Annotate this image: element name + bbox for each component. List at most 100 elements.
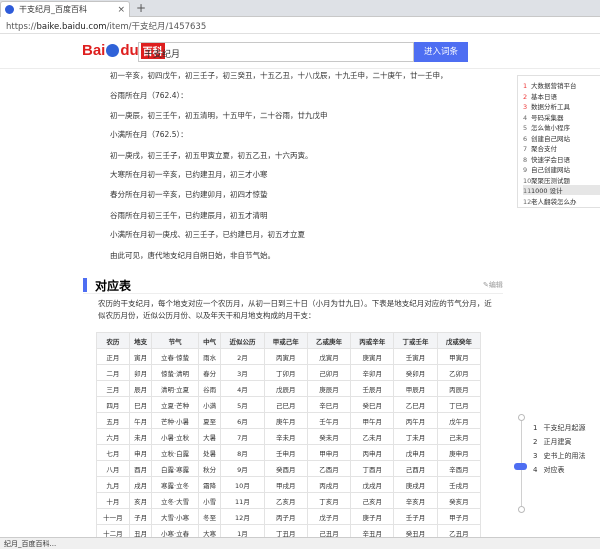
table-cell: 8月	[220, 444, 265, 461]
hot-rank: 5	[523, 124, 528, 132]
hot-rank: 12	[523, 197, 532, 206]
table-cell: 癸巳月	[350, 396, 395, 413]
table-row: 七月 申月 立秋·白露 处暑 8月 壬申月 甲申月 丙申月 戊申月 庚申月	[96, 444, 482, 461]
hot-list-item[interactable]: 6 创建自己网站	[523, 133, 570, 143]
table-cell: 己未月	[436, 428, 482, 445]
edit-button[interactable]: ✎编辑	[483, 280, 503, 290]
status-bar: 纪月_百度百科...	[0, 537, 600, 549]
toc-number: 3	[533, 452, 538, 460]
table-cell: 甲戌月	[263, 476, 308, 493]
table-cell: 未月	[128, 428, 153, 445]
hot-list-item[interactable]: 111000 设计	[523, 185, 600, 195]
table-cell: 卯月	[128, 364, 153, 381]
table-cell: 酉月	[128, 460, 153, 477]
hot-list-item[interactable]: 8 快速学会日语	[523, 154, 570, 164]
url-path: /item/干支纪月/1457635	[106, 22, 207, 32]
address-bar[interactable]: https://baike.baidu.com/item/干支纪月/145763…	[0, 17, 600, 34]
table-cell: 立夏·芒种	[151, 396, 199, 413]
table-cell: 大暑	[197, 428, 222, 445]
table-header: 农历	[96, 332, 130, 349]
article-line: 小满所在月初一庚戌、初三壬子，已约建巳月，初五才立夏	[110, 230, 305, 239]
browser-tab[interactable]: 干支纪月_百度百科 ×	[0, 1, 130, 17]
toc-item[interactable]: 1 干支纪月起源	[533, 423, 585, 433]
table-cell: 秋分	[197, 460, 222, 477]
table-cell: 乙卯月	[436, 364, 482, 381]
table-cell: 甲申月	[306, 444, 352, 461]
hot-list-item[interactable]: 7 聚合支付	[523, 143, 557, 153]
toc-number: 2	[533, 438, 538, 446]
table-cell: 4月	[220, 380, 265, 397]
table-header: 甲或己年	[263, 332, 308, 349]
table-cell: 辛酉月	[436, 460, 482, 477]
table-cell: 七月	[96, 444, 130, 461]
article-line: 春分所在月初一辛亥，已约建卯月，初四才惊蛰	[110, 190, 268, 199]
table-cell: 9月	[220, 460, 265, 477]
baidu-favicon-icon	[5, 5, 14, 14]
table-cell: 乙未月	[350, 428, 395, 445]
hot-list-item[interactable]: 4 号码采集器	[523, 112, 564, 122]
table-header: 丙或辛年	[350, 332, 395, 349]
table-cell: 丙申月	[350, 444, 395, 461]
article-line: 初一庚辰，初三壬午，初五清明，十五甲午，二十谷雨，廿九戊申	[110, 111, 328, 120]
enter-entry-button[interactable]: 进入词条	[414, 42, 468, 62]
table-cell: 巳月	[128, 396, 153, 413]
table-cell: 芒种·小暑	[151, 412, 199, 429]
table-cell: 午月	[128, 412, 153, 429]
table-header: 乙或庚年	[306, 332, 352, 349]
table-cell: 庚辰月	[306, 380, 352, 397]
month-table: 农历 地支 节气 中气 近似公历 甲或己年 乙或庚年 丙或辛年 丁或壬年 戊或癸…	[96, 332, 482, 541]
hot-label: 创建自己网站	[531, 134, 570, 143]
hot-label: 数据分析工具	[531, 103, 570, 111]
table-cell: 大雪·小寒	[151, 508, 199, 525]
table-cell: 十一月	[96, 508, 130, 525]
table-header: 戊或癸年	[436, 332, 482, 349]
toc-item[interactable]: 3 史书上的用法	[533, 451, 585, 461]
hot-label: 聚合支付	[531, 145, 557, 153]
hot-list-item[interactable]: 1 大数据营销平台	[523, 80, 577, 90]
table-cell: 2月	[220, 348, 265, 365]
table-cell: 二月	[96, 364, 130, 381]
table-cell: 小满	[197, 396, 222, 413]
table-cell: 癸亥月	[436, 492, 482, 509]
table-cell: 甲寅月	[436, 348, 482, 365]
close-icon[interactable]: ×	[117, 5, 125, 15]
hot-list-item[interactable]: 3 数据分析工具	[523, 101, 570, 111]
table-row: 六月 未月 小暑·立秋 大暑 7月 辛未月 癸未月 乙未月 丁未月 己未月	[96, 428, 482, 445]
hot-rank: 8	[523, 155, 528, 164]
table-cell: 处暑	[197, 444, 222, 461]
url-prefix: https://	[6, 22, 37, 32]
search-input[interactable]: 干支纪月	[138, 42, 414, 62]
table-cell: 正月	[96, 348, 130, 365]
hot-rank: 2	[523, 92, 528, 101]
article-line: 初一庚戌，初三壬子，初五甲寅立夏，初五乙丑，十六丙寅。	[110, 151, 313, 160]
table-cell: 霜降	[197, 476, 222, 493]
new-tab-icon[interactable]: +	[136, 1, 146, 15]
table-cell: 五月	[96, 412, 130, 429]
toc-number: 1	[533, 424, 538, 432]
tab-title: 干支纪月_百度百科	[19, 5, 87, 14]
table-cell: 戌月	[128, 476, 153, 493]
table-cell: 壬戌月	[436, 476, 482, 493]
table-cell: 十月	[96, 492, 130, 509]
table-cell: 戊子月	[306, 508, 352, 525]
section-intro: 农历的干支纪月，每个地支对应一个农历月，从初一日到三十日（小月为廿九日）。下表是…	[98, 299, 492, 320]
hot-list-item[interactable]: 10聚聚压测试题	[523, 175, 570, 185]
hot-list-item[interactable]: 9 自己创建网站	[523, 164, 570, 174]
hot-list-item[interactable]: 2 基本日语	[523, 91, 557, 101]
toc-item[interactable]: 4 对应表	[533, 465, 564, 475]
table-cell: 甲辰月	[393, 380, 438, 397]
table-cell: 立冬·大雪	[151, 492, 199, 509]
hot-rank: 3	[523, 103, 528, 111]
table-cell: 5月	[220, 396, 265, 413]
table-header: 地支	[128, 332, 153, 349]
table-cell: 冬至	[197, 508, 222, 525]
hot-list-item[interactable]: 5 怎么做小程序	[523, 122, 570, 132]
article-line: 初一辛亥，初四戊午，初三壬子，初三癸丑，十五乙丑，十八戊辰，十九壬申，二十庚午，…	[110, 71, 448, 80]
table-cell: 丙子月	[263, 508, 308, 525]
toc-item[interactable]: 2 正月建寅	[533, 437, 571, 447]
table-cell: 7月	[220, 428, 265, 445]
table-cell: 3月	[220, 364, 265, 381]
hot-list-item[interactable]: 12老人翻袋怎么办	[523, 196, 577, 206]
table-cell: 壬辰月	[350, 380, 395, 397]
article-line: 由此可见，唐代地支纪月自朔日始，非自节气始。	[110, 251, 275, 260]
